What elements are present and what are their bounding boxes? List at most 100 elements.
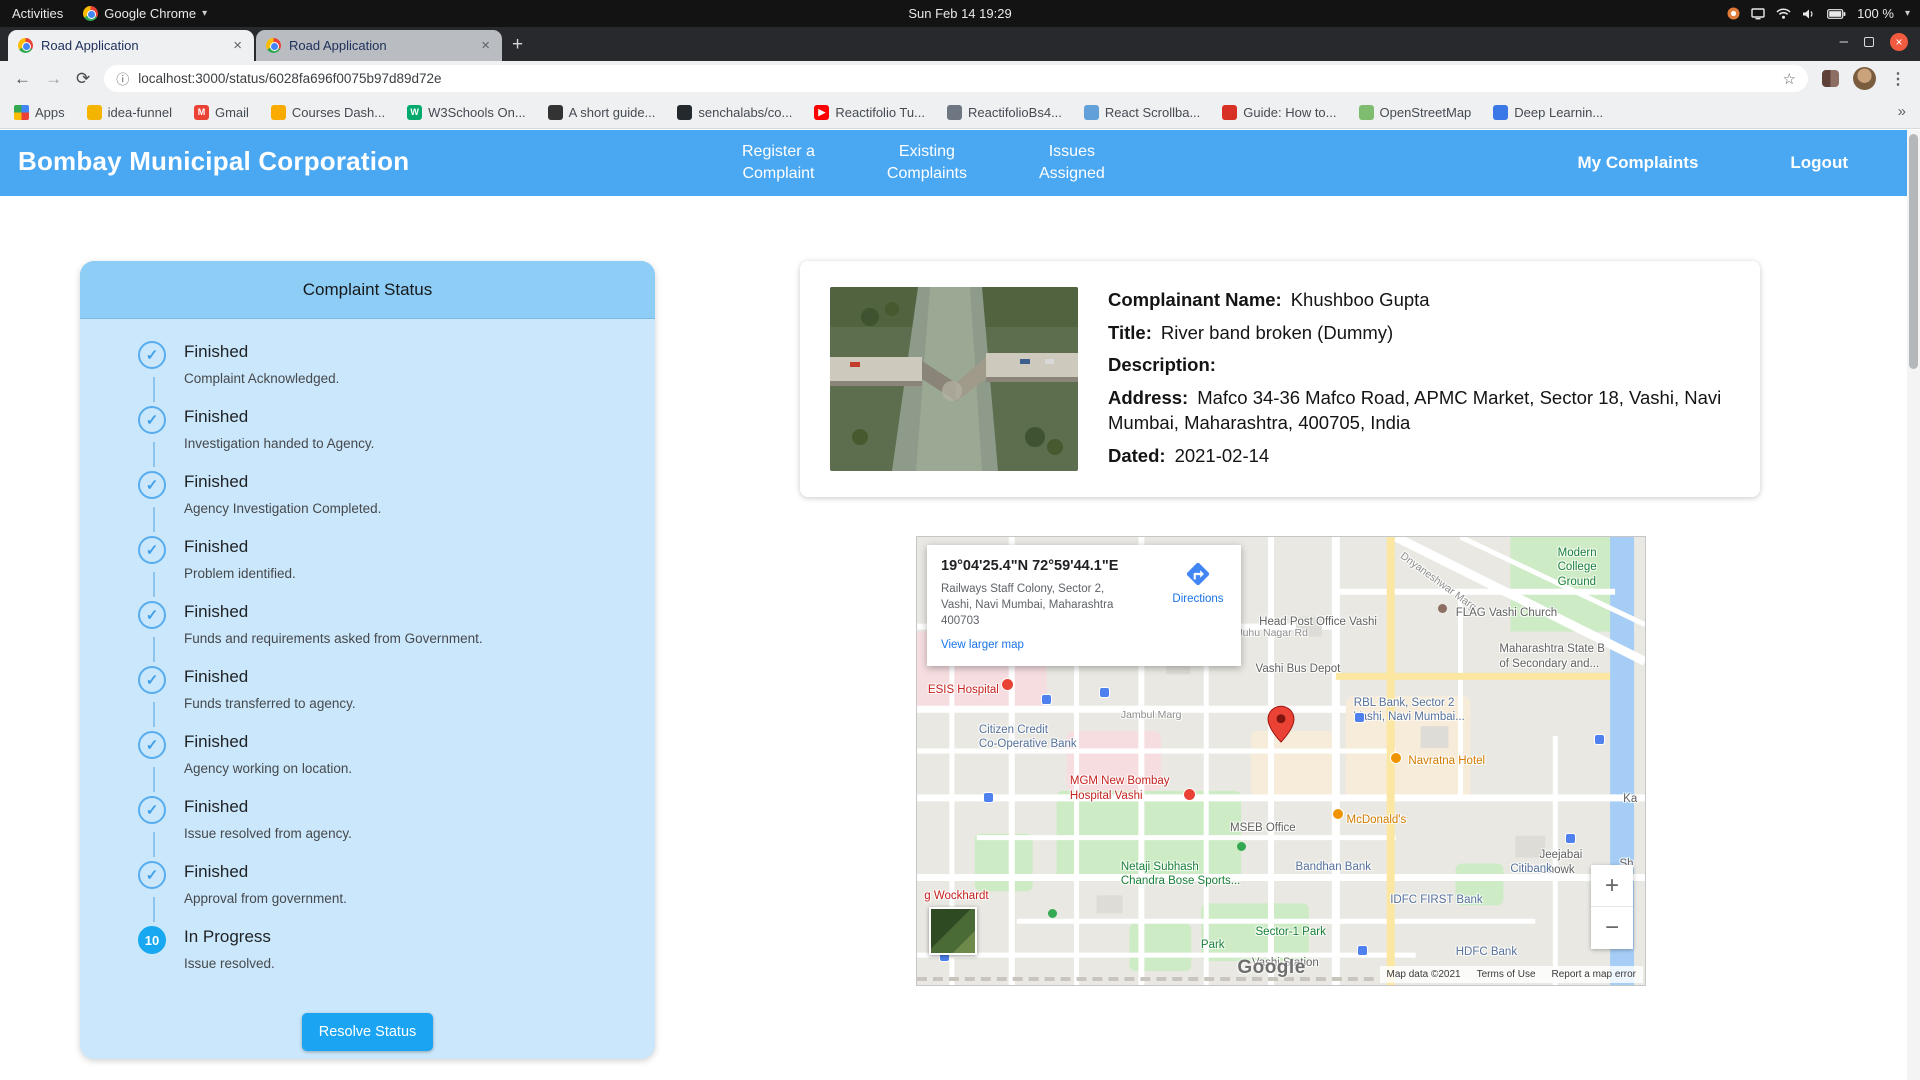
bookmark-item[interactable]: ▶ Reactifolio Tu... — [814, 105, 925, 120]
app-menu-label: Google Chrome — [104, 6, 196, 21]
app-menu[interactable]: Google Chrome ▾ — [83, 6, 207, 21]
reload-button[interactable]: ⟳ — [76, 69, 90, 89]
bookmark-label: senchalabs/co... — [698, 105, 792, 120]
bookmark-item[interactable]: React Scrollba... — [1084, 105, 1200, 120]
step-connector — [153, 572, 155, 597]
map-attribution-item[interactable]: Report a map error — [1552, 969, 1636, 980]
bookmark-item[interactable]: Guide: How to... — [1222, 105, 1336, 120]
window-controls: – × — [1840, 33, 1908, 51]
bookmarks-overflow-icon[interactable]: » — [1898, 103, 1906, 120]
bookmark-item[interactable]: OpenStreetMap — [1359, 105, 1472, 120]
scrollbar-thumb[interactable] — [1909, 134, 1918, 369]
minimize-button[interactable]: – — [1840, 37, 1848, 47]
address-bar[interactable]: ⓘ localhost:3000/status/6028fa696f0075b9… — [104, 65, 1808, 92]
url-text[interactable]: localhost:3000/status/6028fa696f0075b97d… — [138, 71, 1773, 86]
system-tray[interactable]: 100 % ▾ — [1727, 6, 1910, 21]
complaint-fields: Complainant Name:Khushboo Gupta Title:Ri… — [1108, 287, 1730, 471]
step-state: Finished — [184, 797, 352, 817]
bookmark-favicon-glyph: ▶ — [818, 107, 825, 118]
extension-icon[interactable] — [1822, 70, 1839, 87]
site-info-icon[interactable]: ⓘ — [116, 69, 129, 88]
close-window-button[interactable]: × — [1890, 33, 1908, 51]
bookmarks-bar: Apps idea-funnel M Gmail Courses Dash...… — [0, 96, 1920, 129]
nav-item[interactable]: Existing Complaints — [887, 141, 967, 184]
zoom-in-button[interactable]: + — [1591, 865, 1633, 907]
back-button[interactable]: ← — [14, 69, 31, 89]
directions-panel[interactable]: Directions — [1155, 545, 1241, 666]
bookmark-label: ReactifolioBs4... — [968, 105, 1062, 120]
step-state: Finished — [184, 602, 483, 622]
complaint-field: Title:River band broken (Dummy) — [1108, 320, 1730, 346]
bookmark-star-icon[interactable]: ☆ — [1783, 70, 1796, 88]
app-header: Bombay Municipal Corporation Register a … — [0, 130, 1920, 196]
map-label: Netaji Subhash Chandra Bose Sports... — [1121, 860, 1241, 889]
bookmark-label: Deep Learnin... — [1514, 105, 1603, 120]
map-poi-icon — [1237, 842, 1246, 851]
nav-link[interactable]: My Complaints — [1578, 153, 1699, 173]
bookmark-item[interactable]: ReactifolioBs4... — [947, 105, 1062, 120]
step-connector — [153, 767, 155, 792]
step-circle-icon: ✓ — [138, 731, 166, 759]
bookmark-favicon-icon — [271, 105, 286, 120]
bookmark-item[interactable]: Courses Dash... — [271, 105, 385, 120]
brand-title: Bombay Municipal Corporation — [18, 146, 409, 177]
bookmark-item[interactable]: senchalabs/co... — [677, 105, 792, 120]
nav-item[interactable]: Register a Complaint — [742, 141, 815, 184]
bookmark-favicon-icon — [548, 105, 563, 120]
resolve-status-button[interactable]: Resolve Status — [302, 1013, 434, 1051]
bookmark-item[interactable]: Deep Learnin... — [1493, 105, 1603, 120]
step-detail: Complaint Acknowledged. — [184, 371, 339, 386]
activities-button[interactable]: Activities — [12, 6, 63, 21]
profile-avatar[interactable] — [1853, 67, 1876, 90]
step-state: Finished — [184, 667, 356, 687]
directions-icon — [1185, 561, 1211, 587]
field-value: Mafco 34-36 Mafco Road, APMC Market, Sec… — [1108, 387, 1721, 434]
bookmark-label: Apps — [35, 105, 65, 120]
map-attribution-item[interactable]: Terms of Use — [1477, 969, 1536, 980]
nav-link[interactable]: Logout — [1790, 153, 1848, 173]
directions-label[interactable]: Directions — [1172, 593, 1223, 605]
bookmark-item[interactable]: W W3Schools On... — [407, 105, 526, 120]
map-label: Ka — [1623, 792, 1637, 806]
bookmark-item[interactable]: idea-funnel — [87, 105, 172, 120]
map-label: Navratna Hotel — [1408, 754, 1485, 768]
complaint-details-card: Complainant Name:Khushboo Gupta Title:Ri… — [800, 261, 1760, 497]
bookmark-label: Courses Dash... — [292, 105, 385, 120]
nav-right: My Complaints Logout — [1578, 130, 1920, 196]
step-connector — [153, 637, 155, 662]
map-label: Juhu Nagar Rd — [1237, 627, 1308, 640]
browser-menu-icon[interactable]: ⋮ — [1890, 69, 1906, 89]
forward-button[interactable]: → — [45, 69, 62, 89]
map-poi-icon — [1001, 678, 1014, 691]
map-label: McDonald's — [1347, 813, 1407, 827]
step-circle-icon: ✓ — [138, 601, 166, 629]
view-larger-map-link[interactable]: View larger map — [941, 639, 1024, 651]
bookmark-item[interactable]: Apps — [14, 105, 65, 120]
bookmark-label: React Scrollba... — [1105, 105, 1200, 120]
battery-percent: 100 % — [1857, 6, 1894, 21]
step-circle-icon: ✓ — [138, 536, 166, 564]
nav-item[interactable]: Issues Assigned — [1039, 141, 1105, 184]
zoom-control: + − — [1591, 865, 1633, 949]
bookmark-label: W3Schools On... — [428, 105, 526, 120]
step-state: In Progress — [184, 927, 275, 947]
tab-close-icon[interactable]: × — [479, 37, 492, 54]
page-scrollbar[interactable] — [1907, 130, 1920, 1080]
map-embed[interactable]: Modern College Ground Dnyaneshwar Marg H… — [916, 536, 1646, 986]
maximize-button[interactable] — [1864, 37, 1874, 47]
bookmark-favicon-icon — [1222, 105, 1237, 120]
satellite-toggle-thumbnail[interactable] — [929, 907, 977, 955]
zoom-out-button[interactable]: − — [1591, 907, 1633, 949]
map-label: Sector-1 Park — [1256, 925, 1326, 939]
step-connector — [153, 507, 155, 532]
map-info-card: 19°04'25.4"N 72°59'44.1"E Railways Staff… — [927, 545, 1241, 666]
browser-tab[interactable]: Road Application × — [8, 30, 254, 61]
clock[interactable]: Sun Feb 14 19:29 — [908, 6, 1011, 21]
bookmark-item[interactable]: M Gmail — [194, 105, 249, 120]
browser-tab[interactable]: Road Application × — [256, 30, 502, 61]
tab-close-icon[interactable]: × — [231, 37, 244, 54]
new-tab-button[interactable]: + — [512, 34, 523, 56]
map-poi-icon — [1041, 694, 1052, 705]
bookmark-favicon-icon — [947, 105, 962, 120]
bookmark-item[interactable]: A short guide... — [548, 105, 656, 120]
